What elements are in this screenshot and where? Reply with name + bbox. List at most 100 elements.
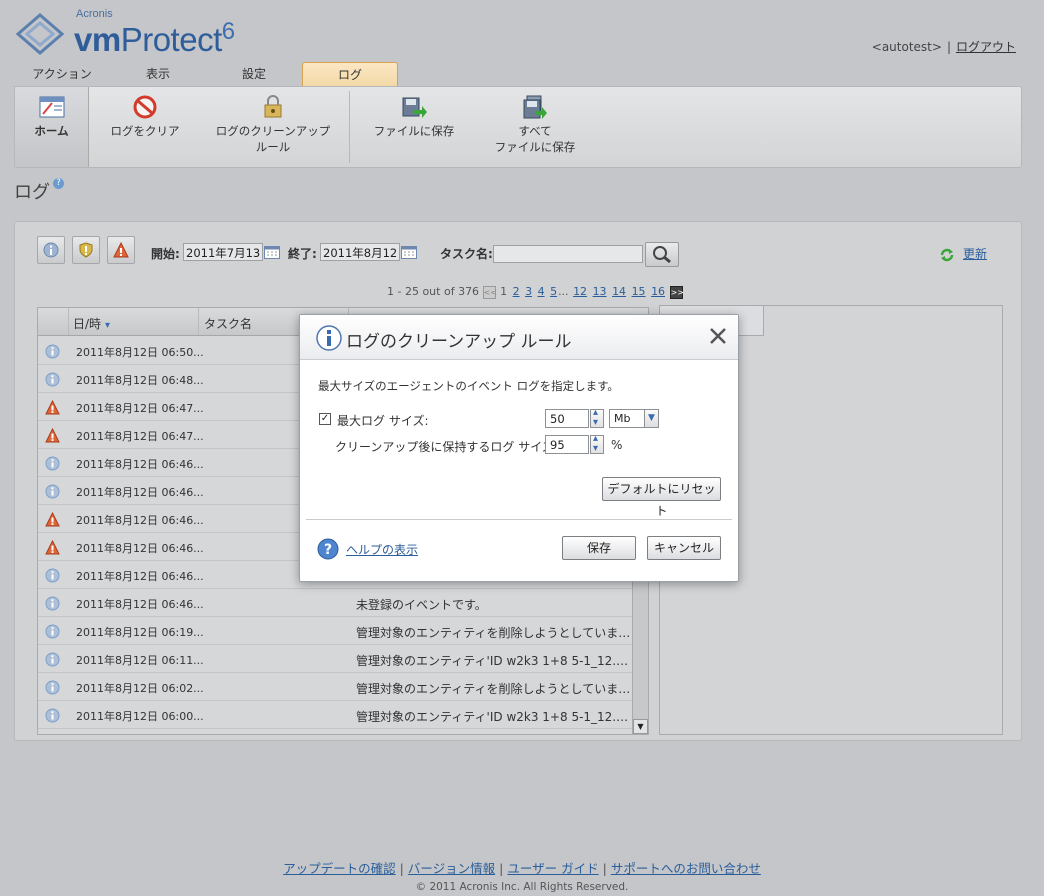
chevron-down-icon[interactable]: ▼ (644, 410, 658, 427)
search-button[interactable] (645, 242, 679, 267)
info-filter-button[interactable] (37, 236, 65, 264)
pagination-ellipsis: ... (558, 285, 569, 298)
table-row[interactable]: 2011年8月12日 06:00... 管理対象のエンティティ'ID w2k3 1… (38, 701, 634, 729)
page-link[interactable]: 3 (525, 285, 532, 298)
cleanup-rules-label: ログのクリーンアップ ルール (216, 124, 330, 154)
cleanup-rules-button[interactable]: ログのクリーンアップ ルール (211, 87, 335, 167)
footer-links: アップデートの確認 | バージョン情報 | ユーザー ガイド | サポートへのお問い合わせ (0, 858, 1044, 877)
product-title: Protect (120, 21, 223, 58)
task-name-input[interactable] (493, 245, 643, 263)
show-help-link[interactable]: ヘルプの表示 (346, 541, 418, 558)
page-link[interactable]: 4 (538, 285, 545, 298)
cleanup-rules-label-line2: ルール (255, 140, 291, 154)
calendar-icon[interactable] (264, 246, 280, 259)
save-to-file-button[interactable]: ファイルに保存 (369, 87, 459, 167)
main-tabs: アクション 表示 設定 ログ (14, 62, 398, 86)
user-bar: <autotest> | ログアウト (872, 38, 1016, 55)
column-date[interactable]: 日/時 (73, 315, 110, 332)
save-button[interactable]: 保存 (562, 536, 636, 560)
dialog-header: ログのクリーンアップ ルール (300, 315, 738, 360)
reset-default-button[interactable]: デフォルトにリセット (602, 477, 721, 518)
refresh-link[interactable]: 更新 (963, 247, 987, 261)
keep-size-label: クリーンアップ後に保持するログ サイズ: (335, 440, 558, 454)
table-row[interactable]: 2011年8月12日 06:11... 管理対象のエンティティ'ID w2k3 1… (38, 645, 634, 673)
keep-size-input[interactable]: 95 (545, 435, 589, 454)
row-date: 2011年8月12日 06:47... (76, 402, 204, 415)
shield-warning-icon (79, 242, 93, 258)
question-icon[interactable]: ? (53, 178, 64, 189)
table-row[interactable]: 2011年8月12日 06:46... 未登録のイベントです。 (38, 589, 634, 617)
scroll-down-arrow[interactable]: ▼ (633, 719, 648, 734)
tab-log[interactable]: ログ (302, 62, 398, 86)
user-guide-link[interactable]: ユーザー ガイド (507, 861, 598, 876)
page-link[interactable]: 15 (632, 285, 646, 298)
page-title: ログ? (14, 178, 64, 204)
pagination: 1 - 25 out of 376 << 1 2 3 4 5... 12 13 … (387, 285, 684, 299)
clear-log-button[interactable]: ログをクリア (105, 87, 185, 167)
version-info-link[interactable]: バージョン情報 (408, 861, 495, 876)
row-date: 2011年8月12日 06:46... (76, 598, 204, 611)
tab-view[interactable]: 表示 (110, 62, 206, 86)
check-updates-link[interactable]: アップデートの確認 (283, 861, 396, 876)
next-page-button[interactable]: >> (669, 285, 684, 299)
error-filter-button[interactable] (107, 236, 135, 264)
save-to-file-label: ファイルに保存 (373, 124, 455, 138)
pagination-summary: 1 - 25 out of 376 (387, 285, 480, 298)
column-task[interactable]: タスク名 (204, 315, 252, 332)
info-icon (45, 456, 60, 471)
cleanup-rules-dialog: ログのクリーンアップ ルール 最大サイズのエージェントのイベント ログを指定しま… (299, 314, 739, 582)
page-link[interactable]: 2 (513, 285, 520, 298)
clear-log-label: ログをクリア (110, 124, 180, 138)
save-all-label-line2: ファイルに保存 (494, 140, 576, 154)
max-log-size-label: 最大ログ サイズ: (337, 414, 429, 428)
row-date: 2011年8月12日 06:11... (76, 654, 204, 667)
help-icon[interactable]: ? (317, 538, 339, 560)
contact-support-link[interactable]: サポートへのお問い合わせ (611, 861, 761, 876)
product-version: 6 (221, 18, 235, 45)
ribbon-divider (349, 91, 350, 163)
save-file-icon (402, 97, 427, 118)
table-row[interactable]: 2011年8月12日 06:19... 管理対象のエンティティを削除しようとしてい… (38, 617, 634, 645)
dialog-description: 最大サイズのエージェントのイベント ログを指定します。 (318, 379, 619, 393)
save-all-to-file-button[interactable]: すべてファイルに保存 (485, 87, 585, 167)
keep-size-stepper[interactable] (590, 433, 604, 454)
tab-actions[interactable]: アクション (14, 62, 110, 86)
max-log-size-input[interactable]: 50 (545, 409, 589, 428)
info-icon (45, 372, 60, 387)
page-link[interactable]: 16 (651, 285, 665, 298)
info-icon (45, 596, 60, 611)
cancel-button[interactable]: キャンセル (647, 536, 721, 560)
page-link[interactable]: 13 (593, 285, 607, 298)
tab-settings[interactable]: 設定 (206, 62, 302, 86)
no-entry-icon (133, 95, 157, 119)
page-link[interactable]: 5 (550, 285, 557, 298)
end-date-input[interactable]: 2011年8月12日 (320, 243, 400, 261)
table-row[interactable]: 2011年8月12日 06:02... 管理対象のエンティティを削除しようとしてい… (38, 673, 634, 701)
logout-link[interactable]: ログアウト (956, 40, 1016, 54)
max-log-size-stepper[interactable] (590, 407, 604, 428)
home-button[interactable]: ホーム (15, 87, 89, 167)
size-unit-select[interactable]: Mb ▼ (609, 409, 659, 428)
refresh-control[interactable]: 更新 (939, 245, 987, 263)
current-user: <autotest> (871, 40, 942, 54)
info-icon (45, 484, 60, 499)
page-link[interactable]: 14 (612, 285, 626, 298)
info-icon (45, 680, 60, 695)
prev-page-button[interactable]: << (482, 285, 497, 299)
close-icon[interactable] (708, 326, 728, 346)
start-date-input[interactable]: 2011年7月13日 (183, 243, 263, 261)
page-link[interactable]: 12 (573, 285, 587, 298)
warning-filter-button[interactable] (72, 236, 100, 264)
start-date-label: 開始: (151, 247, 180, 261)
row-date: 2011年8月12日 06:50... (76, 346, 204, 359)
page-link[interactable]: 1 (500, 285, 507, 298)
row-date: 2011年8月12日 06:02... (76, 682, 204, 695)
save-all-label-line1: すべて (518, 124, 552, 138)
max-log-size-checkbox[interactable]: ✓ (319, 413, 331, 425)
calendar-icon[interactable] (401, 246, 417, 259)
row-date: 2011年8月12日 06:47... (76, 430, 204, 443)
info-icon (316, 325, 342, 351)
row-message: 未登録のイベントです。 (356, 598, 487, 612)
home-calendar-icon (39, 96, 64, 118)
row-date: 2011年8月12日 06:46... (76, 486, 204, 499)
